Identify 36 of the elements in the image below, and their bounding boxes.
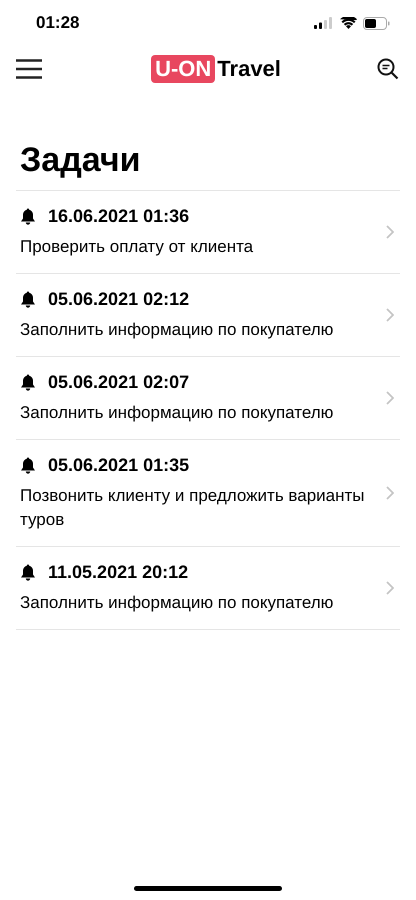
signal-icon (314, 17, 334, 29)
task-datetime: 05.06.2021 02:12 (48, 288, 190, 310)
menu-icon (16, 59, 42, 79)
bell-icon (20, 374, 36, 390)
task-text: Заполнить информацию по покупателю (20, 402, 334, 424)
status-time: 01:28 (36, 12, 80, 34)
search-icon (376, 58, 399, 80)
bell-icon (20, 456, 36, 474)
task-datetime: 16.06.2021 01:36 (48, 205, 190, 227)
chevron-right-icon (386, 308, 394, 322)
task-text: Заполнить информацию по покупателю (20, 592, 334, 614)
task-row[interactable]: 11.05.2021 20:12 Заполнить информацию по покупателю (16, 547, 400, 630)
chevron-right-icon (386, 225, 394, 239)
bell-icon (20, 564, 36, 580)
page-title: Задачи (20, 140, 142, 180)
chevron-right-icon (386, 391, 394, 405)
chevron-right-icon (386, 486, 394, 500)
bell-icon (20, 208, 36, 224)
menu-button[interactable] (16, 58, 42, 80)
task-row[interactable]: 05.06.2021 02:07 Заполнить информацию по покупателю (16, 357, 400, 440)
task-text: Позвонить клиенту и предложить варианты туров (20, 485, 366, 531)
task-datetime: 11.05.2021 20:12 (48, 561, 188, 583)
task-text: Заполнить информацию по покупателю (20, 319, 334, 341)
task-text: Проверить оплату от клиента (20, 236, 254, 258)
logo-badge: U-ON (151, 55, 216, 83)
search-button[interactable] (376, 57, 400, 81)
bell-icon (20, 290, 36, 308)
wifi-icon (340, 17, 357, 29)
task-datetime: 05.06.2021 02:07 (48, 371, 190, 393)
battery-icon (363, 16, 390, 30)
task-row[interactable]: 05.06.2021 02:12 Заполнить информацию по покупателю (16, 274, 400, 357)
logo-text: Travel (217, 58, 281, 80)
task-datetime: 05.06.2021 01:35 (48, 454, 190, 476)
task-row[interactable]: 16.06.2021 01:36 Проверить оплату от клиента (16, 191, 400, 274)
chevron-right-icon (386, 581, 394, 595)
task-row[interactable]: 05.06.2021 01:35 Позвонить клиенту и предложить варианты туров (16, 440, 400, 547)
